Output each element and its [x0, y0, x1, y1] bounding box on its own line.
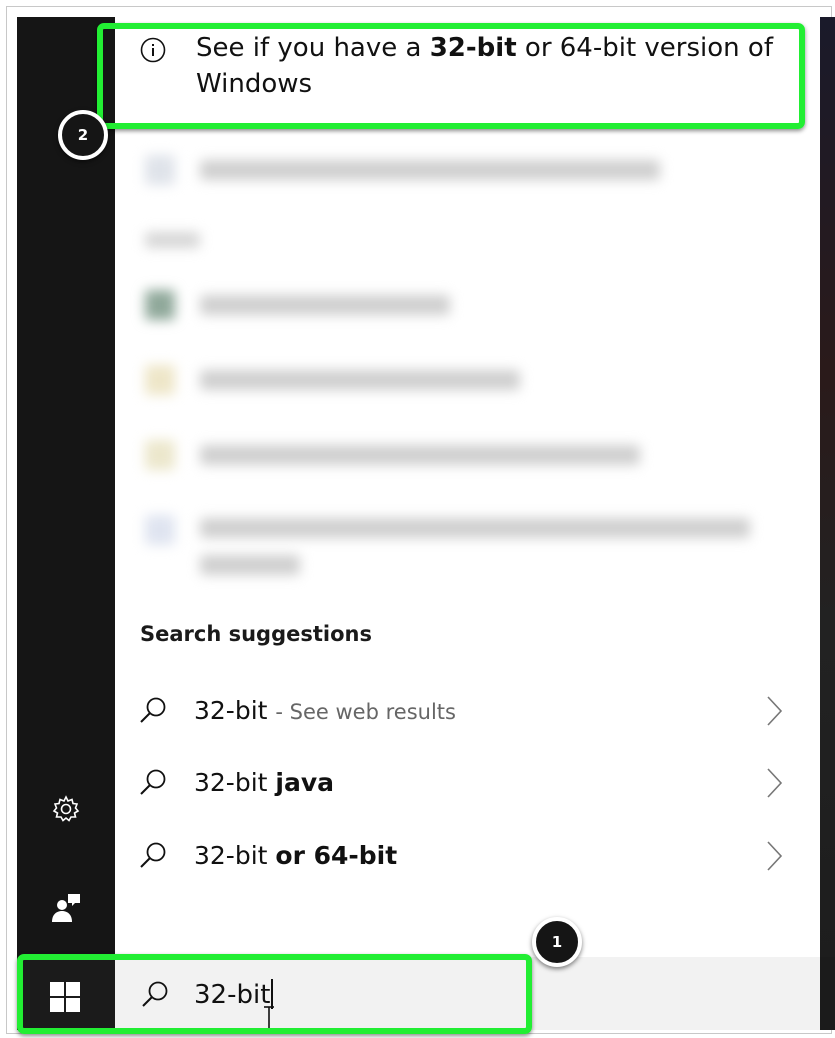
highlight-box-2 [97, 23, 805, 129]
search-suggestions-heading: Search suggestions [140, 622, 372, 646]
user-feedback-icon[interactable] [50, 892, 82, 924]
gear-icon[interactable] [50, 793, 82, 825]
suggestion-suffix: java [275, 767, 335, 797]
suggestion-item-32-or-64[interactable]: 32-bit or 64-bit [130, 827, 790, 883]
step-badge-2: 2 [58, 110, 108, 160]
suggestion-query: 32-bit [194, 695, 268, 725]
suggestion-text: 32-bit - See web results [194, 696, 456, 725]
suggestion-suffix: - See web results [275, 699, 456, 724]
suggestion-suffix: or 64-bit [275, 840, 398, 870]
search-icon [140, 697, 166, 723]
suggestion-query: 32-bit [194, 767, 268, 797]
suggestion-item-java[interactable]: 32-bit java [130, 754, 790, 810]
highlight-box-1 [17, 954, 532, 1034]
chevron-right-icon [767, 768, 783, 798]
chevron-right-icon [767, 841, 783, 871]
chevron-right-icon [767, 696, 783, 726]
suggestion-item-web-results[interactable]: 32-bit - See web results [130, 682, 790, 738]
search-icon [140, 842, 166, 868]
search-icon [140, 769, 166, 795]
blurred-results-region [130, 140, 780, 590]
desktop-background-edge [820, 17, 835, 1030]
step-badge-1: 1 [532, 917, 582, 967]
start-menu-rail [17, 17, 115, 1030]
suggestion-text: 32-bit java [194, 768, 334, 797]
suggestion-text: 32-bit or 64-bit [194, 841, 397, 870]
suggestion-query: 32-bit [194, 840, 268, 870]
